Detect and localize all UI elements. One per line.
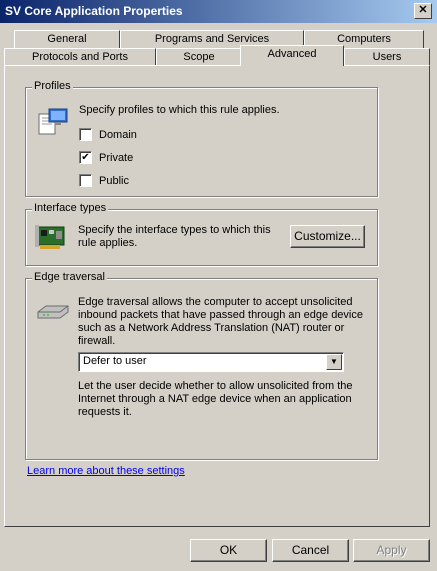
edge-traversal-legend: Edge traversal — [32, 271, 107, 283]
close-button[interactable]: ✕ — [414, 3, 432, 19]
customize-button[interactable]: Customize... — [290, 225, 365, 248]
domain-checkbox[interactable] — [79, 128, 92, 141]
tab-general[interactable]: General — [14, 30, 120, 48]
interface-types-description: Specify the interface types to which thi… — [78, 224, 271, 249]
tab-label: Scope — [183, 51, 215, 63]
profiles-group: Profiles Specify profiles to which this … — [25, 80, 378, 197]
tab-protocols-and-ports[interactable]: Protocols and Ports — [4, 48, 156, 66]
tab-panel-advanced: Profiles Specify profiles to which this … — [4, 65, 430, 527]
edge-traversal-selected: Defer to user — [83, 355, 147, 367]
private-checkbox[interactable]: ✔ — [79, 151, 92, 164]
public-label: Public — [99, 175, 129, 187]
learn-more-link[interactable]: Learn more about these settings — [27, 465, 185, 477]
apply-button[interactable]: Apply — [353, 539, 430, 562]
tab-label: Computers — [337, 33, 391, 45]
edge-traversal-description: Edge traversal allows the computer to ac… — [78, 296, 363, 347]
ok-button[interactable]: OK — [190, 539, 267, 562]
checkmark-icon: ✔ — [81, 152, 90, 163]
close-icon: ✕ — [418, 4, 428, 16]
cancel-button[interactable]: Cancel — [272, 539, 349, 562]
domain-label: Domain — [99, 129, 137, 141]
public-checkbox[interactable] — [79, 174, 92, 187]
network-card-icon — [35, 225, 65, 249]
profiles-icon — [38, 108, 68, 135]
tab-label: Users — [372, 51, 402, 63]
window-title: SV Core Application Properties — [5, 4, 183, 18]
profiles-legend: Profiles — [32, 80, 73, 92]
edge-traversal-group: Edge traversal Edge traversal allows the… — [25, 271, 378, 460]
tab-users[interactable]: Users — [344, 48, 430, 66]
tab-scope[interactable]: Scope — [156, 48, 242, 66]
edge-traversal-dropdown[interactable]: Defer to user ▼ — [78, 352, 344, 372]
title-bar: SV Core Application Properties ✕ — [0, 0, 437, 23]
tab-advanced[interactable]: Advanced — [240, 45, 344, 66]
edge-traversal-detail: Let the user decide whether to allow uns… — [78, 380, 353, 418]
tab-label: Protocols and Ports — [32, 51, 128, 63]
tab-label: Advanced — [267, 48, 317, 60]
tab-label: General — [47, 33, 87, 45]
interface-types-group: Interface types Specify the interface ty… — [25, 202, 378, 266]
tab-label: Programs and Services — [154, 33, 270, 45]
profiles-description: Specify profiles to which this rule appl… — [79, 104, 280, 116]
edge-device-icon — [37, 305, 69, 319]
private-label: Private — [99, 152, 134, 164]
chevron-down-icon[interactable]: ▼ — [326, 354, 342, 370]
interface-types-legend: Interface types — [32, 202, 109, 214]
